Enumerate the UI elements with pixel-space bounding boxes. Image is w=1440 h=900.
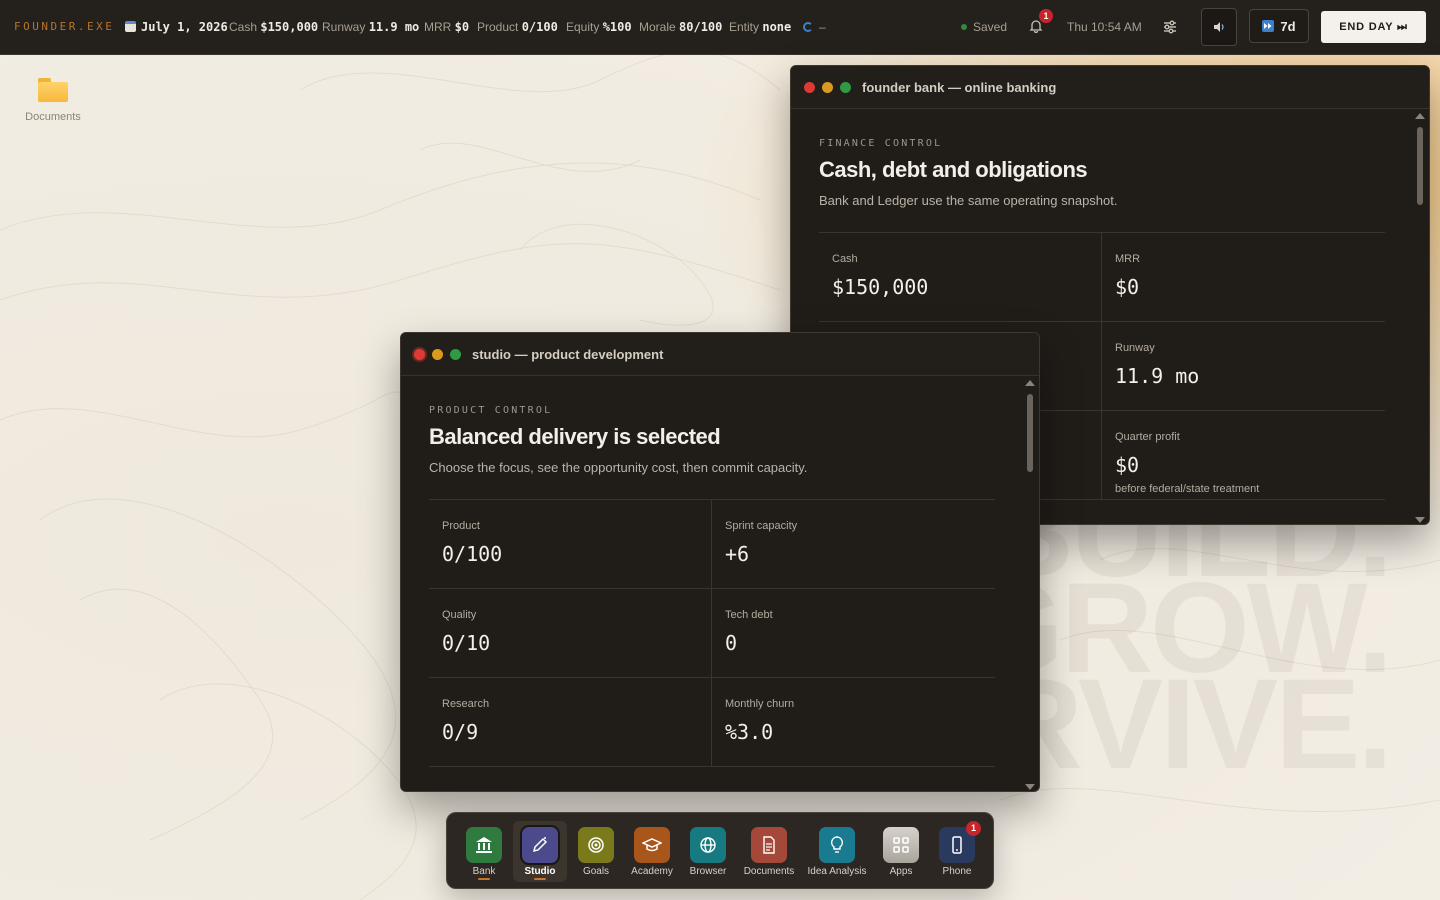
section-description: Choose the focus, see the opportunity co… xyxy=(429,460,808,475)
end-day-button[interactable]: END DAY ⏭ xyxy=(1321,11,1426,43)
product-metrics-grid: Product 0/100 Sprint capacity +6 Quality… xyxy=(429,499,995,767)
desktop-documents-folder[interactable]: Documents xyxy=(24,78,82,123)
dock-item-bank[interactable]: Bank xyxy=(457,821,511,882)
metric-cash: Cash $150,000 xyxy=(819,233,1102,322)
metric-monthly-churn: Monthly churn %3.0 xyxy=(712,678,995,767)
product-stat: Product 0/100 xyxy=(477,20,558,34)
sync-status: – xyxy=(803,20,826,34)
metric-tech-debt: Tech debt 0 xyxy=(712,589,995,678)
running-indicator xyxy=(478,878,490,880)
top-status-bar: FOUNDER.EXE July 1, 2026 Cash $150,000 R… xyxy=(0,0,1440,55)
app-logo: FOUNDER.EXE xyxy=(14,20,115,33)
dock-item-phone[interactable]: 1 Phone xyxy=(930,821,984,882)
metric-sprint-capacity: Sprint capacity +6 xyxy=(712,500,995,589)
maximize-window-button[interactable] xyxy=(840,81,851,93)
entity-stat: Entity none xyxy=(729,20,792,34)
phone-notification-badge: 1 xyxy=(966,821,981,836)
studio-scrollbar[interactable] xyxy=(1024,380,1036,790)
dock-item-apps[interactable]: Apps xyxy=(874,821,928,882)
speaker-icon xyxy=(1214,22,1224,32)
metric-quality: Quality 0/10 xyxy=(429,589,712,678)
bank-header: FINANCE CONTROL Cash, debt and obligatio… xyxy=(819,138,1385,208)
save-status: Saved xyxy=(961,20,1007,34)
section-eyebrow: PRODUCT CONTROL xyxy=(429,405,553,416)
scroll-down-arrow-icon[interactable] xyxy=(1415,517,1425,523)
folder-icon xyxy=(38,78,68,102)
dock-item-academy[interactable]: Academy xyxy=(625,821,679,882)
lightbulb-icon xyxy=(830,836,844,853)
minimize-window-button[interactable] xyxy=(822,81,833,93)
clock: Thu 10:54 AM xyxy=(1067,20,1142,34)
pen-icon xyxy=(532,837,548,853)
minimize-window-button[interactable] xyxy=(432,348,443,360)
dock-item-goals[interactable]: Goals xyxy=(569,821,623,882)
scroll-up-arrow-icon[interactable] xyxy=(1025,380,1035,386)
metric-mrr: MRR $0 xyxy=(1102,233,1385,322)
mrr-stat: MRR $0 xyxy=(424,20,470,34)
metric-runway: Runway 11.9 mo xyxy=(1102,322,1385,411)
morale-stat: Morale 80/100 xyxy=(639,20,723,34)
target-icon xyxy=(588,837,604,853)
bank-scrollbar[interactable] xyxy=(1414,113,1426,523)
equity-stat: Equity %100 xyxy=(566,20,632,34)
maximize-window-button[interactable] xyxy=(450,348,461,360)
window-title: founder bank — online banking xyxy=(862,79,1057,95)
sound-toggle-button[interactable] xyxy=(1201,8,1237,46)
runway-stat: Runway 11.9 mo xyxy=(322,20,420,34)
phone-icon xyxy=(952,836,962,854)
bank-icon xyxy=(476,837,492,853)
running-indicator xyxy=(534,878,546,880)
studio-window: studio — product development PRODUCT CON… xyxy=(400,332,1040,792)
settings-sliders-icon[interactable] xyxy=(1162,19,1178,35)
cash-stat: Cash $150,000 xyxy=(229,20,319,34)
close-window-button[interactable] xyxy=(414,348,425,360)
metric-product: Product 0/100 xyxy=(429,500,712,589)
scroll-down-arrow-icon[interactable] xyxy=(1025,784,1035,790)
scroll-thumb[interactable] xyxy=(1027,394,1033,472)
sync-spinner-icon xyxy=(803,22,813,32)
window-title: studio — product development xyxy=(472,346,664,362)
saved-dot-icon xyxy=(961,24,967,30)
scroll-thumb[interactable] xyxy=(1417,127,1423,205)
metric-quarter-profit: Quarter profit $0 before federal/state t… xyxy=(1102,411,1385,500)
fast-forward-icon xyxy=(1262,20,1275,32)
dock-item-browser[interactable]: Browser xyxy=(681,821,735,882)
metric-research: Research 0/9 xyxy=(429,678,712,767)
section-heading: Cash, debt and obligations xyxy=(819,157,1088,182)
bank-window-titlebar[interactable]: founder bank — online banking xyxy=(791,66,1429,109)
dock-item-documents[interactable]: Documents xyxy=(739,821,799,882)
dock-item-idea-analysis[interactable]: Idea Analysis xyxy=(803,821,871,882)
document-icon xyxy=(763,836,775,854)
date-display: July 1, 2026 xyxy=(125,20,228,34)
notification-badge: 1 xyxy=(1039,9,1053,23)
studio-window-titlebar[interactable]: studio — product development xyxy=(401,333,1039,376)
app-dock: Bank Studio Goals Academy Browser Docume… xyxy=(446,812,994,889)
graduation-cap-icon xyxy=(642,838,662,852)
section-description: Bank and Ledger use the same operating s… xyxy=(819,193,1118,208)
dock-item-studio[interactable]: Studio xyxy=(513,821,567,882)
studio-header: PRODUCT CONTROL Balanced delivery is sel… xyxy=(429,405,995,475)
grid-icon xyxy=(893,837,909,853)
fast-forward-button[interactable]: 7d xyxy=(1249,9,1309,43)
section-eyebrow: FINANCE CONTROL xyxy=(819,138,943,149)
globe-icon xyxy=(700,837,716,853)
calendar-icon xyxy=(125,21,136,32)
section-heading: Balanced delivery is selected xyxy=(429,424,721,449)
close-window-button[interactable] xyxy=(804,81,815,93)
scroll-up-arrow-icon[interactable] xyxy=(1415,113,1425,119)
